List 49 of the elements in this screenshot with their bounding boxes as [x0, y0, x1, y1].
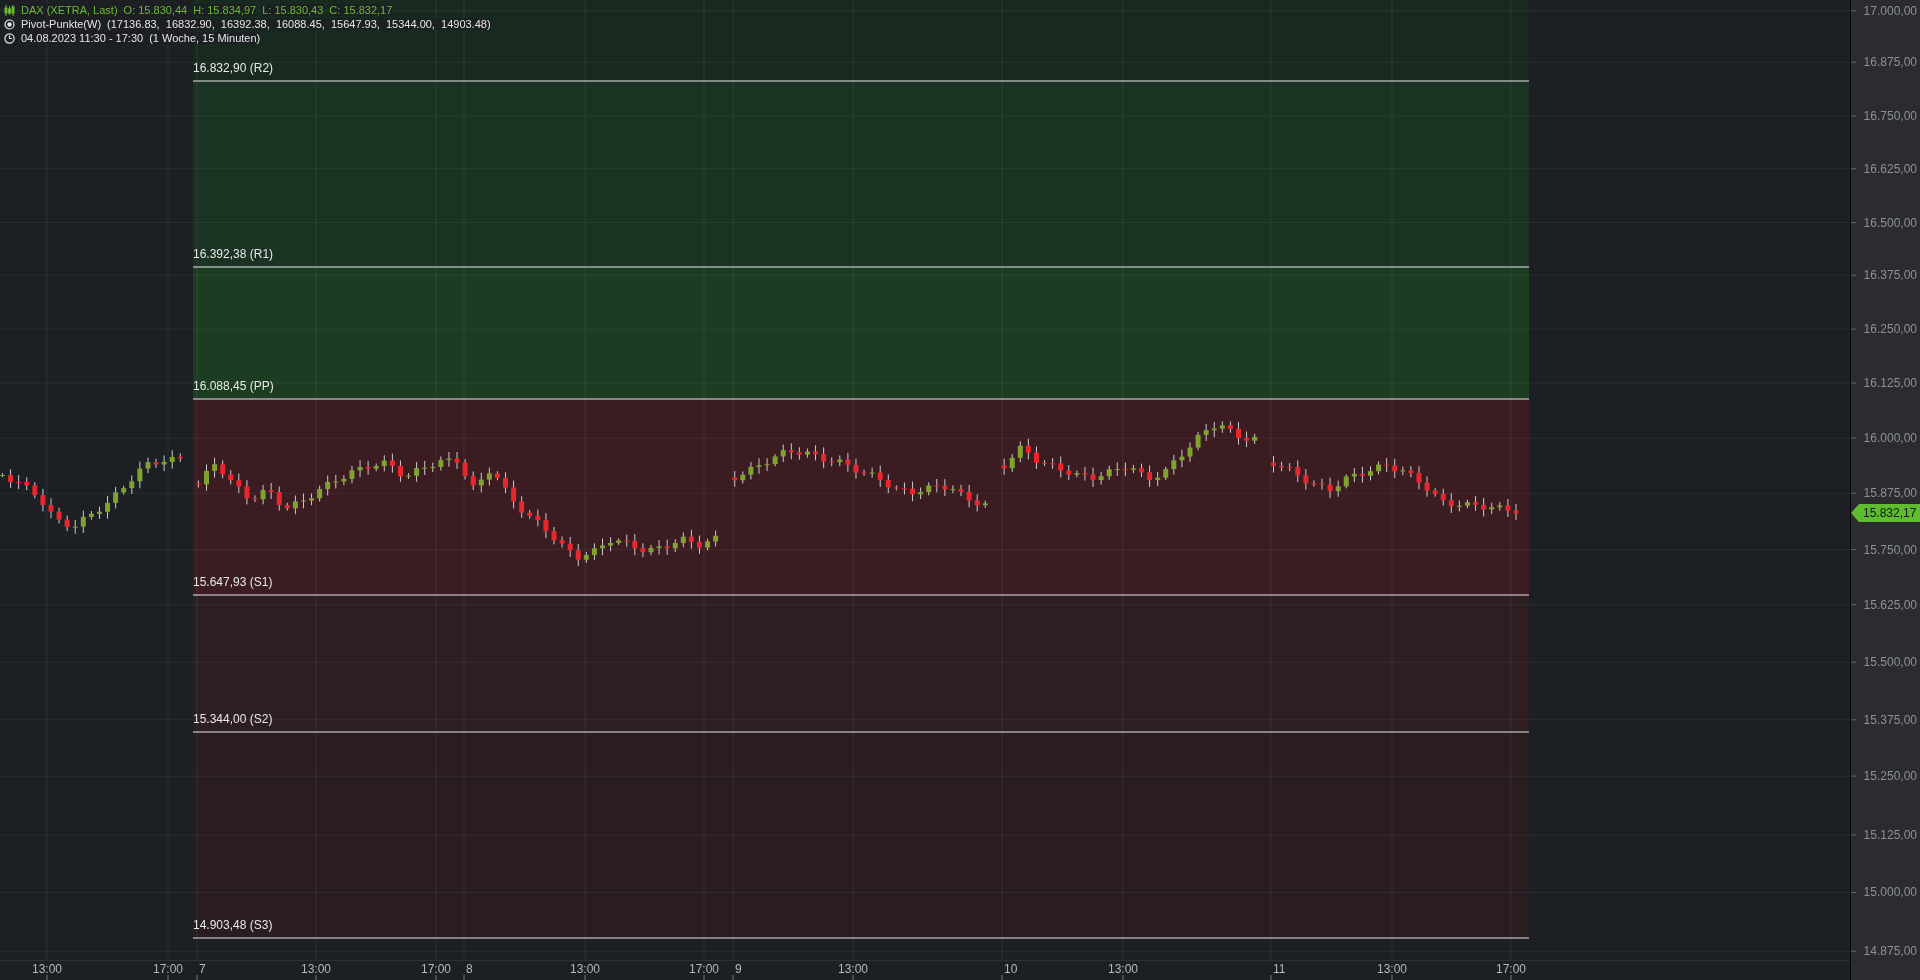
current-price-tag: 15.832,17 — [1851, 504, 1920, 522]
ohlc-value: H: 15.834,97 — [193, 4, 257, 16]
price-tick-label: 15.375,00 — [1863, 712, 1917, 727]
price-tick-label: 17.000,00 — [1863, 3, 1917, 18]
time-tick-label: 10 — [1004, 962, 1018, 976]
instrument-name: DAX (XETRA, Last) — [21, 4, 118, 16]
time-tick-label: 17:00 — [1496, 962, 1526, 976]
time-tick-label: 13:00 — [32, 962, 62, 976]
time-tick-label: 13:00 — [1377, 962, 1407, 976]
price-tick-label: 16.000,00 — [1863, 431, 1917, 446]
price-tick-label: 16.375,00 — [1863, 268, 1917, 283]
indicator-values: (17136.83, 16832.90, 16392.38, 16088.45, 15647.93, 15344.00, 14903.48) — [107, 18, 491, 30]
range-text: (1 Woche, 15 Minuten) — [149, 32, 261, 44]
time-tick-label: 13:00 — [570, 962, 600, 976]
time-tick-label: 13:00 — [838, 962, 868, 976]
price-tick-label: 15.750,00 — [1863, 542, 1917, 557]
price-tick-label: 16.250,00 — [1863, 322, 1917, 337]
period-text: 04.08.2023 11:30 - 17:30 — [21, 32, 144, 44]
ohlc-value: O: 15.830,44 — [123, 4, 188, 16]
price-tick-label: 15.250,00 — [1863, 769, 1917, 784]
time-tick-label: 13:00 — [1108, 962, 1138, 976]
price-tick-label: 16.875,00 — [1863, 55, 1917, 70]
price-tick-label: 15.625,00 — [1863, 597, 1917, 612]
pivot-label: 15.647,93 (S1) — [193, 575, 273, 589]
pivot-label: 15.344,00 (S2) — [193, 712, 273, 726]
price-tick-label: 15.500,00 — [1863, 655, 1917, 670]
price-tick-label: 16.125,00 — [1863, 376, 1917, 391]
price-tick-label: 16.500,00 — [1863, 215, 1917, 230]
pivot-label: 16.392,38 (R1) — [193, 247, 274, 261]
time-tick-label: 9 — [735, 962, 742, 976]
price-tick-label: 14.875,00 — [1863, 944, 1917, 959]
ohlc-value: L: 15.830,43 — [262, 4, 324, 16]
time-tick-label: 7 — [199, 962, 206, 976]
time-tick-label: 17:00 — [153, 962, 183, 976]
price-tick-label: 15.000,00 — [1863, 885, 1917, 900]
time-tick-label: 17:00 — [421, 962, 451, 976]
time-tick-label: 11 — [1273, 962, 1286, 976]
price-tick-label: 15.875,00 — [1863, 486, 1917, 501]
pivot-label: 16.088,45 (PP) — [193, 379, 274, 393]
time-tick-label: 17:00 — [689, 962, 719, 976]
price-tick-label: 16.750,00 — [1863, 109, 1917, 124]
price-tick-label: 15.125,00 — [1863, 827, 1917, 842]
ohlc-value: C: 15.832,17 — [329, 4, 393, 16]
pivot-label: 16.832,90 (R2) — [193, 61, 274, 75]
indicator-name: Pivot-Punkte(W) — [21, 18, 102, 30]
time-tick-label: 13:00 — [301, 962, 331, 976]
pivot-label: 14.903,48 (S3) — [193, 918, 273, 932]
price-tick-label: 16.625,00 — [1863, 161, 1917, 176]
time-tick-label: 8 — [466, 962, 473, 976]
